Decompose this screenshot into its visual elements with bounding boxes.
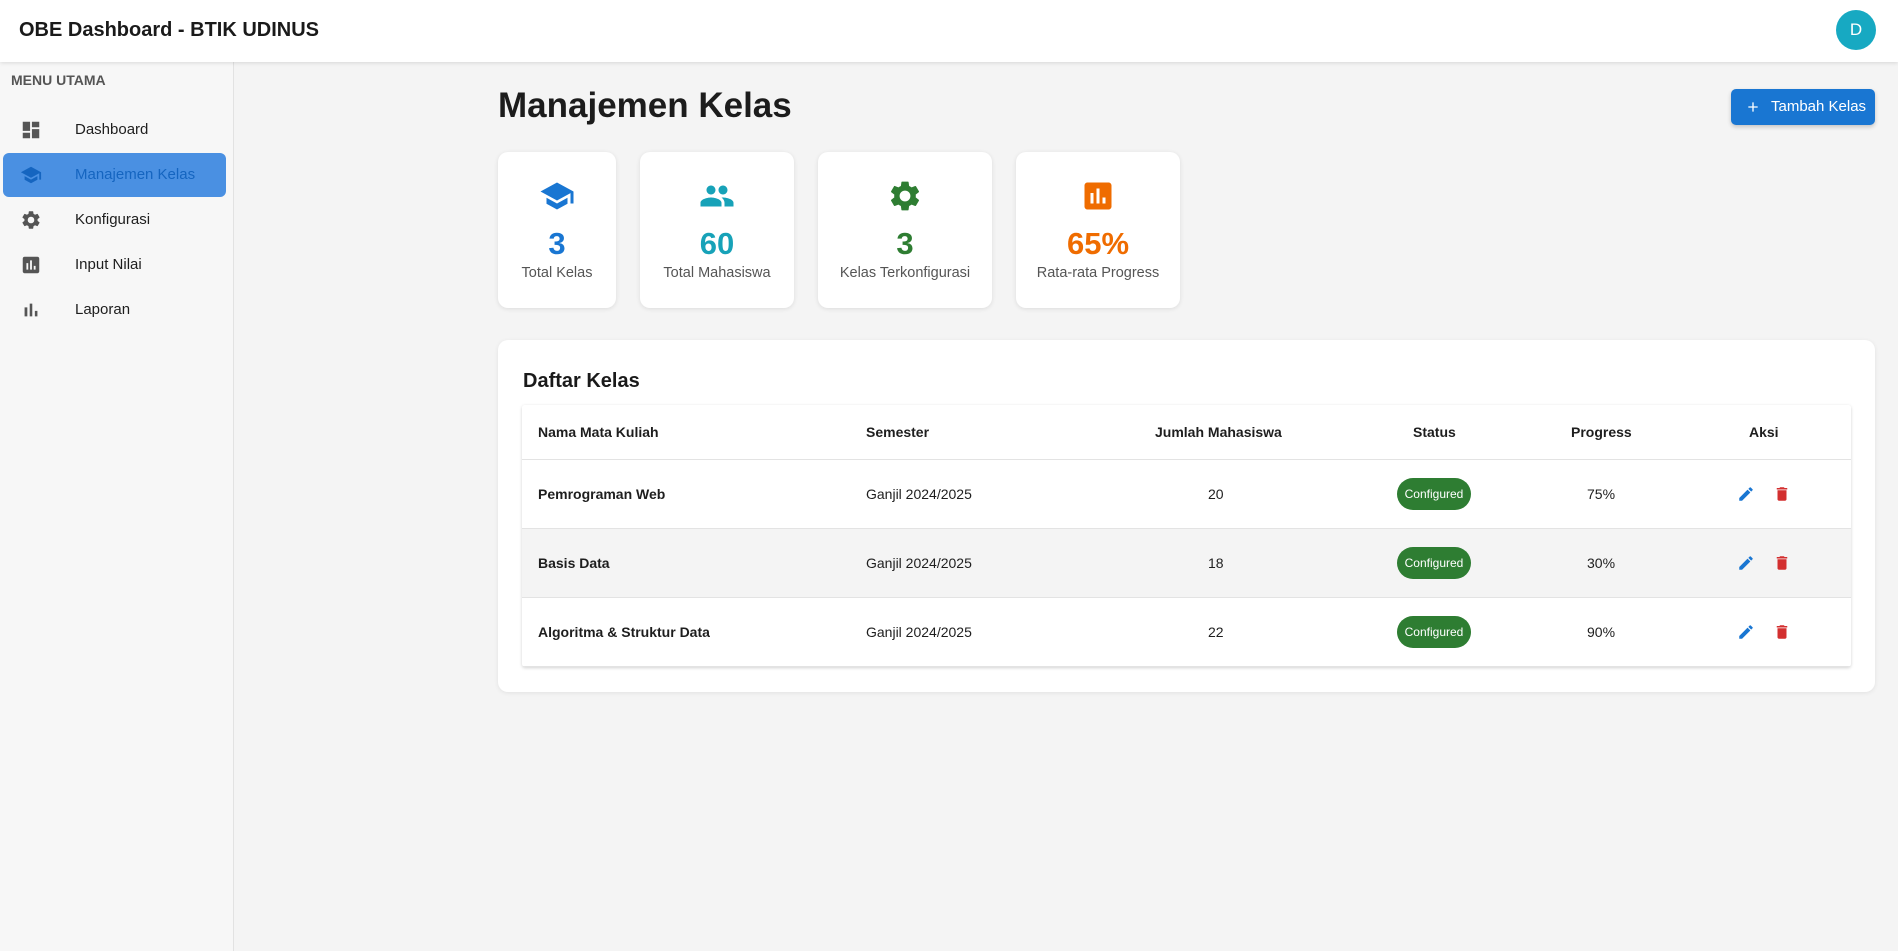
progress-cell: 90% [1587, 624, 1616, 640]
sidebar-item-label: Input Nilai [75, 256, 142, 273]
page-title: Manajemen Kelas [498, 86, 792, 125]
bar-chart-icon [24, 303, 38, 317]
sidebar: MENU UTAMA Dashboard Manajemen Kelas Kon… [0, 62, 234, 951]
table-title: Daftar Kelas [523, 370, 640, 392]
course-name: Algoritma & Struktur Data [538, 624, 710, 640]
edit-icon[interactable] [1737, 623, 1755, 641]
sidebar-item-manajemen-kelas[interactable]: Manajemen Kelas [3, 153, 226, 197]
students-cell: 20 [1208, 486, 1224, 502]
column-header-semester: Semester [866, 424, 930, 440]
plus-icon [1748, 102, 1758, 112]
assessment-icon [22, 256, 40, 274]
stat-label: Kelas Terkonfigurasi [839, 265, 971, 281]
people-icon [700, 185, 734, 207]
dashboard-icon [22, 121, 40, 139]
progress-cell: 75% [1587, 486, 1616, 502]
column-header-jumlah: Jumlah Mahasiswa [1155, 424, 1282, 440]
stat-card-kelas-terkonfigurasi: 3 Kelas Terkonfigurasi [818, 152, 992, 308]
sidebar-item-dashboard[interactable]: Dashboard [3, 108, 226, 152]
stat-card-rata-rata-progress: 65% Rata-rata Progress [1016, 152, 1180, 308]
table-row: Basis Data Ganjil 2024/2025 18 Configure… [522, 529, 1851, 598]
app-title: OBE Dashboard - BTIK UDINUS [19, 19, 320, 41]
stat-label: Rata-rata Progress [1036, 265, 1160, 281]
sidebar-item-label: Konfigurasi [75, 211, 151, 228]
sidebar-item-laporan[interactable]: Laporan [3, 288, 226, 332]
class-table: Nama Mata Kuliah Semester Jumlah Mahasis… [522, 405, 1851, 667]
assessment-icon [1084, 182, 1112, 210]
stat-label: Total Kelas [521, 265, 593, 281]
status-badge: Configured [1397, 478, 1471, 510]
delete-icon[interactable] [1773, 485, 1791, 503]
status-badge: Configured [1397, 616, 1471, 648]
add-class-button[interactable]: Tambah Kelas [1731, 89, 1875, 125]
gear-icon [890, 181, 920, 211]
sidebar-item-label: Laporan [75, 301, 131, 318]
progress-cell: 30% [1587, 555, 1616, 571]
stat-label: Total Mahasiswa [663, 265, 771, 281]
class-list-card: Daftar Kelas Nama Mata Kuliah Semester J… [498, 340, 1875, 692]
table-row: Algoritma & Struktur Data Ganjil 2024/20… [522, 598, 1851, 667]
edit-icon[interactable] [1737, 554, 1755, 572]
course-name: Basis Data [538, 555, 610, 571]
sidebar-item-label: Dashboard [75, 121, 149, 138]
delete-icon[interactable] [1773, 554, 1791, 572]
stat-value: 60 [699, 226, 735, 261]
school-icon [540, 182, 574, 210]
edit-icon[interactable] [1737, 485, 1755, 503]
column-header-status: Status [1413, 424, 1456, 440]
stat-value: 3 [548, 226, 566, 261]
table-header-row: Nama Mata Kuliah Semester Jumlah Mahasis… [522, 405, 1851, 460]
add-class-button-label: Tambah Kelas [1771, 98, 1867, 115]
table-row: Pemrograman Web Ganjil 2024/2025 20 Conf… [522, 460, 1851, 529]
app-bar: OBE Dashboard - BTIK UDINUS D [0, 0, 1898, 62]
delete-icon[interactable] [1773, 623, 1791, 641]
sidebar-item-label: Manajemen Kelas [75, 166, 196, 183]
semester-cell: Ganjil 2024/2025 [866, 624, 972, 640]
semester-cell: Ganjil 2024/2025 [866, 555, 972, 571]
semester-cell: Ganjil 2024/2025 [866, 486, 972, 502]
course-name: Pemrograman Web [538, 486, 666, 502]
column-header-aksi: Aksi [1749, 424, 1779, 440]
status-badge: Configured [1397, 547, 1471, 579]
students-cell: 22 [1208, 624, 1224, 640]
students-cell: 18 [1208, 555, 1224, 571]
stat-value: 3 [896, 226, 914, 261]
stat-card-total-mahasiswa: 60 Total Mahasiswa [640, 152, 794, 308]
column-header-progress: Progress [1571, 424, 1632, 440]
stat-value: 65% [1066, 226, 1130, 261]
sidebar-item-input-nilai[interactable]: Input Nilai [3, 243, 226, 287]
sidebar-section-title: MENU UTAMA [11, 72, 106, 88]
user-avatar[interactable]: D [1836, 10, 1876, 50]
school-icon [20, 166, 42, 184]
stat-card-total-kelas: 3 Total Kelas [498, 152, 616, 308]
sidebar-item-konfigurasi[interactable]: Konfigurasi [3, 198, 226, 242]
column-header-nama: Nama Mata Kuliah [538, 424, 659, 440]
gear-icon [22, 211, 40, 229]
